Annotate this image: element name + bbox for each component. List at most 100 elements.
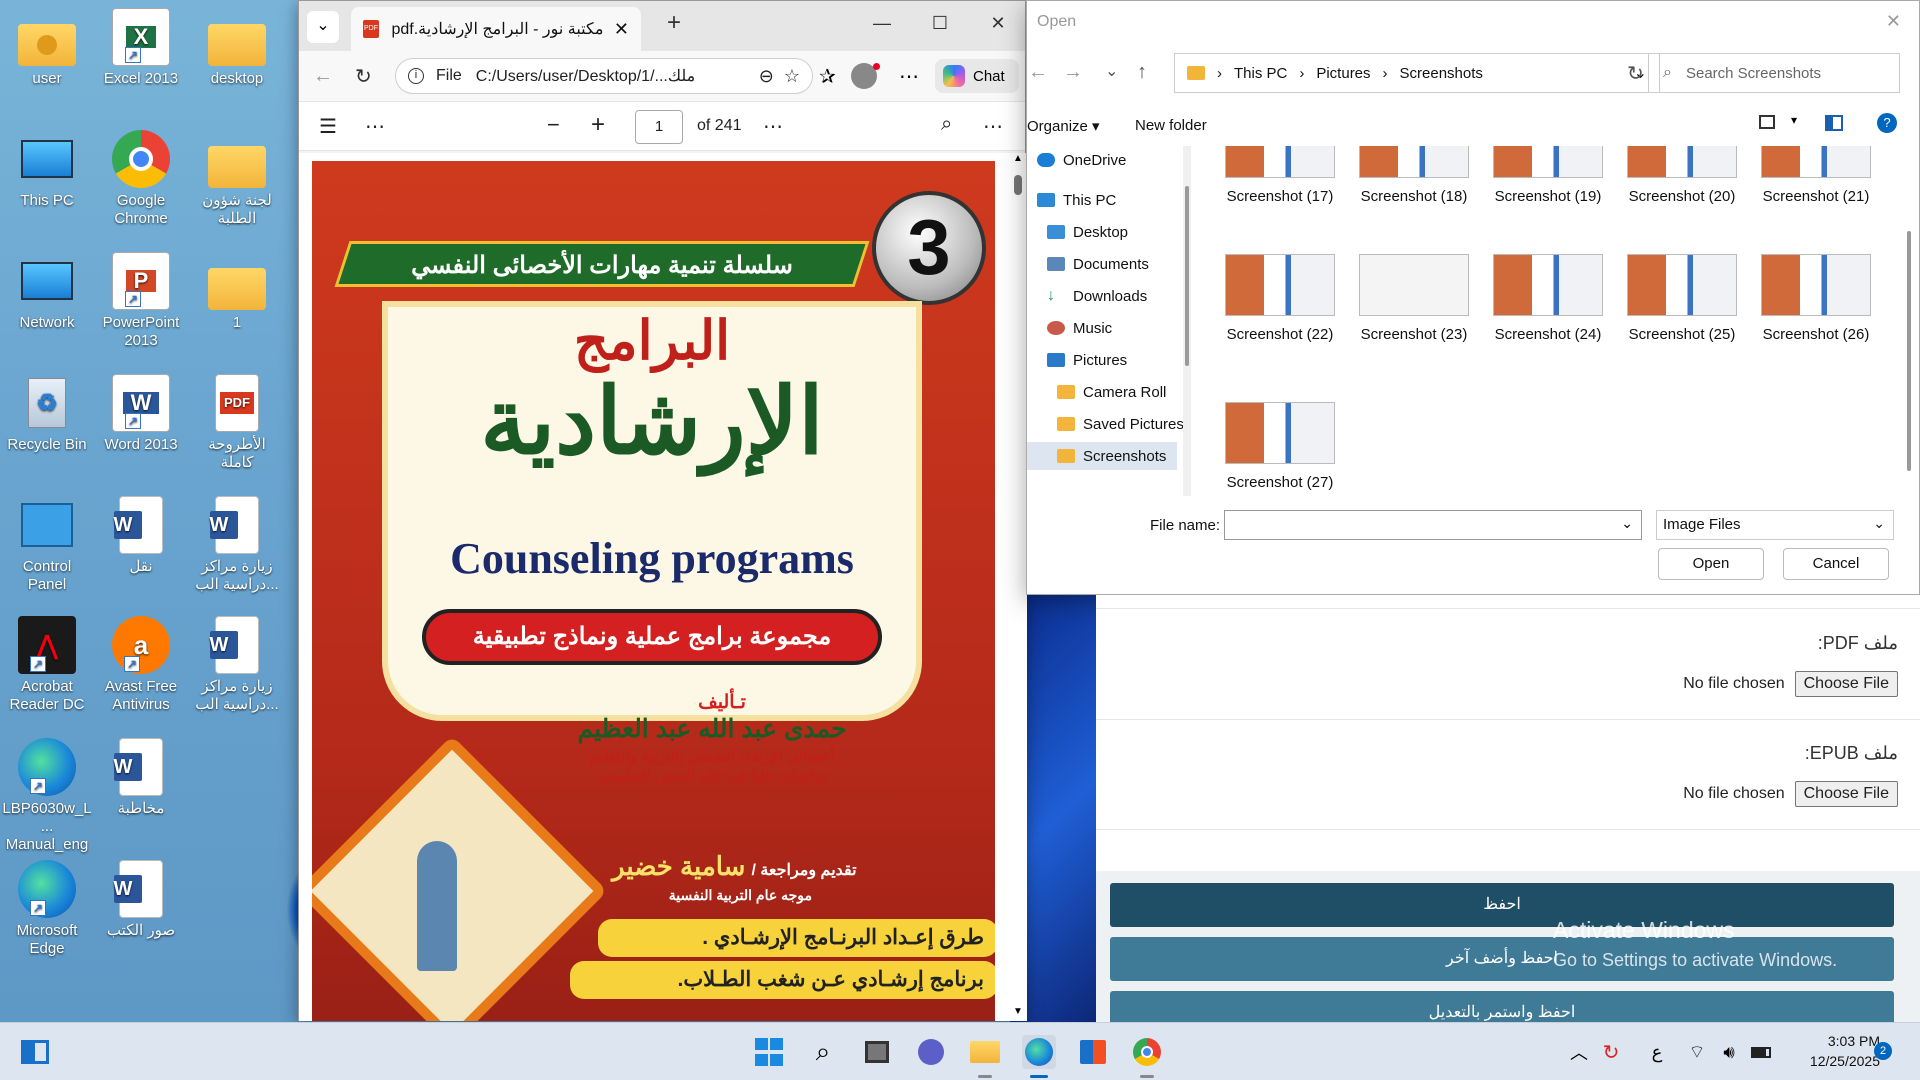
- zoom-in-icon[interactable]: +: [591, 111, 605, 139]
- pdf-file-input[interactable]: No file chosen Choose File: [1683, 671, 1898, 697]
- view-dropdown-icon[interactable]: ▾: [1791, 113, 1797, 127]
- file-screenshot-26[interactable]: Screenshot (26): [1751, 254, 1881, 343]
- open-button[interactable]: Open: [1658, 548, 1764, 580]
- pdf-more-left-icon[interactable]: ⋯: [365, 114, 385, 139]
- breadcrumb[interactable]: › This PC › Pictures › Screenshots ⌄: [1174, 53, 1660, 93]
- chrome-taskbar-icon[interactable]: [1130, 1035, 1164, 1069]
- desktop-icon-excel[interactable]: X ↗ Excel 2013: [96, 8, 186, 88]
- preview-pane-icon[interactable]: [1825, 115, 1843, 131]
- file-screenshot-25[interactable]: Screenshot (25): [1617, 254, 1747, 343]
- nav-screenshots[interactable]: Screenshots: [1027, 442, 1177, 470]
- show-hidden-icons-chevron-icon[interactable]: ︿: [1562, 1035, 1596, 1069]
- dialog-up-icon[interactable]: ↑: [1137, 61, 1147, 84]
- nav-scrollbar[interactable]: [1183, 146, 1191, 496]
- dialog-history-chevron-icon[interactable]: ⌄: [1105, 61, 1118, 81]
- file-explorer-icon[interactable]: [968, 1035, 1002, 1069]
- desktop-icon-edge[interactable]: ↗ Microsoft Edge: [2, 860, 92, 958]
- task-view-icon[interactable]: [860, 1035, 894, 1069]
- table-of-contents-icon[interactable]: ☰: [319, 114, 337, 139]
- desktop-icon-word[interactable]: W ↗ Word 2013: [96, 374, 186, 454]
- desktop-icon-folder-1[interactable]: 1: [192, 252, 282, 332]
- nav-camera-roll[interactable]: Camera Roll: [1057, 378, 1166, 406]
- new-tab-icon[interactable]: +: [659, 9, 689, 37]
- epub-file-input[interactable]: No file chosen Choose File: [1683, 781, 1898, 807]
- desktop-icon-naql[interactable]: W نقل: [96, 496, 186, 576]
- volume-icon[interactable]: 🔊︎: [1712, 1035, 1746, 1069]
- nav-saved-pictures[interactable]: Saved Pictures: [1057, 410, 1184, 438]
- new-folder-button[interactable]: New folder: [1135, 117, 1207, 134]
- nav-onedrive[interactable]: OneDrive: [1037, 146, 1126, 174]
- file-screenshot-18[interactable]: Screenshot (18): [1349, 146, 1479, 205]
- view-icon[interactable]: [1759, 115, 1775, 129]
- sync-alert-icon[interactable]: ↻: [1594, 1035, 1628, 1069]
- wifi-icon[interactable]: ⌔: [1680, 1035, 1714, 1069]
- page-number-input[interactable]: 1: [635, 110, 683, 144]
- zoom-out-icon[interactable]: −: [547, 112, 560, 138]
- nav-pictures[interactable]: Pictures: [1047, 346, 1127, 374]
- pdf-choose-file-button[interactable]: Choose File: [1794, 671, 1898, 697]
- close-tab-icon[interactable]: ✕: [614, 19, 629, 40]
- desktop-icon-students-folder[interactable]: لجنة شؤون الطلبة: [192, 130, 282, 228]
- desktop-icon-user[interactable]: user: [2, 8, 92, 88]
- nav-this-pc[interactable]: This PC: [1037, 186, 1116, 214]
- favorite-star-icon[interactable]: ☆: [784, 66, 800, 87]
- info-icon[interactable]: i: [408, 68, 424, 84]
- file-screenshot-17[interactable]: Screenshot (17): [1215, 146, 1345, 205]
- pdf-viewport[interactable]: سلسلة تنمية مهارات الأخصائى النفسي 3 الب…: [299, 153, 1027, 1021]
- file-grid-scrollbar-thumb[interactable]: [1907, 231, 1911, 471]
- maximize-icon[interactable]: ☐: [925, 13, 955, 34]
- minimize-icon[interactable]: —: [867, 13, 897, 34]
- desktop-icon-powerpoint[interactable]: P ↗ PowerPoint 2013: [96, 252, 186, 350]
- favorites-icon[interactable]: ✰: [819, 64, 836, 89]
- breadcrumb-this-pc[interactable]: This PC: [1234, 65, 1287, 82]
- desktop-icon-thesis-pdf[interactable]: PDF الأطروحة كاملة: [192, 374, 282, 472]
- copilot-chat-button[interactable]: Chat: [935, 59, 1019, 93]
- scrollbar-thumb[interactable]: [1014, 175, 1022, 195]
- nav-scrollbar-thumb[interactable]: [1185, 186, 1189, 366]
- search-icon[interactable]: ⌕: [806, 1035, 840, 1069]
- file-screenshot-19[interactable]: Screenshot (19): [1483, 146, 1613, 205]
- search-input[interactable]: ⌕ Search Screenshots: [1648, 53, 1900, 93]
- nav-music[interactable]: Music: [1047, 314, 1112, 342]
- start-icon[interactable]: [752, 1035, 786, 1069]
- zoom-icon[interactable]: ⊖: [759, 66, 774, 87]
- breadcrumb-pictures[interactable]: Pictures: [1316, 65, 1370, 82]
- dialog-forward-icon[interactable]: →: [1063, 61, 1083, 84]
- search-icon[interactable]: ⌕: [941, 113, 952, 136]
- organize-button[interactable]: Organize ▾: [1027, 117, 1100, 135]
- desktop-icon-mukhataba[interactable]: W مخاطبة: [96, 738, 186, 818]
- store-icon[interactable]: [1076, 1035, 1110, 1069]
- file-screenshot-22[interactable]: Screenshot (22): [1215, 254, 1345, 343]
- edge-taskbar-icon[interactable]: [1022, 1035, 1056, 1069]
- nav-documents[interactable]: Documents: [1047, 250, 1149, 278]
- desktop-icon-visit-1[interactable]: W زيارة مراكز دراسية الب...: [192, 496, 282, 594]
- file-type-select[interactable]: Image Files ⌄: [1656, 510, 1894, 540]
- desktop-icon-acrobat[interactable]: ⋀ ↗ Acrobat Reader DC: [2, 616, 92, 714]
- file-screenshot-24[interactable]: Screenshot (24): [1483, 254, 1613, 343]
- desktop-icon-lbp-manual[interactable]: ↗ LBP6030w_L... Manual_eng: [2, 738, 92, 854]
- breadcrumb-screenshots[interactable]: Screenshots: [1400, 65, 1483, 82]
- pdf-scrollbar[interactable]: ▲ ▼: [1013, 153, 1023, 1021]
- desktop-icon-desktop-folder[interactable]: desktop: [192, 8, 282, 88]
- desktop-icon-recycle-bin[interactable]: ♻ Recycle Bin: [2, 374, 92, 454]
- desktop-icon-network[interactable]: Network: [2, 252, 92, 332]
- cancel-button[interactable]: Cancel: [1783, 548, 1889, 580]
- desktop-icon-chrome[interactable]: Google Chrome: [96, 130, 186, 228]
- file-screenshot-20[interactable]: Screenshot (20): [1617, 146, 1747, 205]
- file-screenshot-21[interactable]: Screenshot (21): [1751, 146, 1881, 205]
- url-field[interactable]: i File C:/Users/user/Desktop/1/...ملك ⊖ …: [395, 58, 813, 94]
- widgets-icon[interactable]: [18, 1035, 52, 1069]
- close-window-icon[interactable]: ✕: [983, 13, 1013, 34]
- file-screenshot-27[interactable]: Screenshot (27): [1215, 402, 1345, 491]
- refresh-icon[interactable]: ↻: [355, 64, 372, 89]
- teams-chat-icon[interactable]: [914, 1035, 948, 1069]
- dialog-back-icon[interactable]: ←: [1028, 61, 1048, 84]
- file-name-dropdown-icon[interactable]: ⌄: [1621, 515, 1633, 532]
- more-menu-icon[interactable]: ⋯: [899, 64, 919, 89]
- back-icon[interactable]: ←: [313, 65, 333, 88]
- language-indicator[interactable]: ع: [1640, 1035, 1674, 1069]
- desktop-icon-control-panel[interactable]: Control Panel: [2, 496, 92, 594]
- nav-desktop[interactable]: Desktop: [1047, 218, 1128, 246]
- file-grid-scrollbar[interactable]: [1907, 151, 1913, 481]
- epub-choose-file-button[interactable]: Choose File: [1794, 781, 1898, 807]
